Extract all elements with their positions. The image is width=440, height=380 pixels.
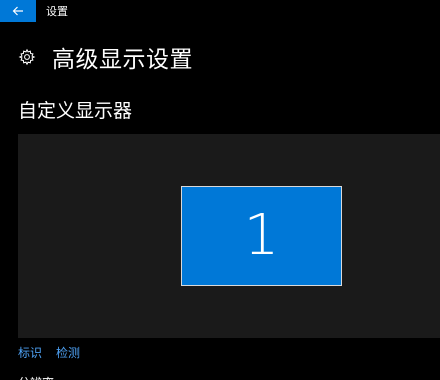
- identify-link[interactable]: 标识: [18, 344, 42, 361]
- title-bar: 设置: [0, 0, 440, 22]
- gear-icon: [18, 48, 36, 66]
- arrow-left-icon: [12, 6, 23, 16]
- monitor-1[interactable]: 1: [181, 186, 342, 286]
- back-button[interactable]: [0, 0, 36, 22]
- display-arrangement-area: 1: [18, 134, 440, 338]
- page-title: 高级显示设置: [52, 47, 193, 73]
- section-title: 自定义显示器: [18, 100, 133, 122]
- monitor-number: 1: [243, 203, 280, 268]
- page-header: 高级显示设置: [18, 42, 193, 73]
- display-links: 标识 检测: [18, 344, 80, 361]
- detect-link[interactable]: 检测: [56, 344, 80, 361]
- app-title: 设置: [46, 5, 68, 18]
- resolution-label: 分辨率: [18, 374, 54, 380]
